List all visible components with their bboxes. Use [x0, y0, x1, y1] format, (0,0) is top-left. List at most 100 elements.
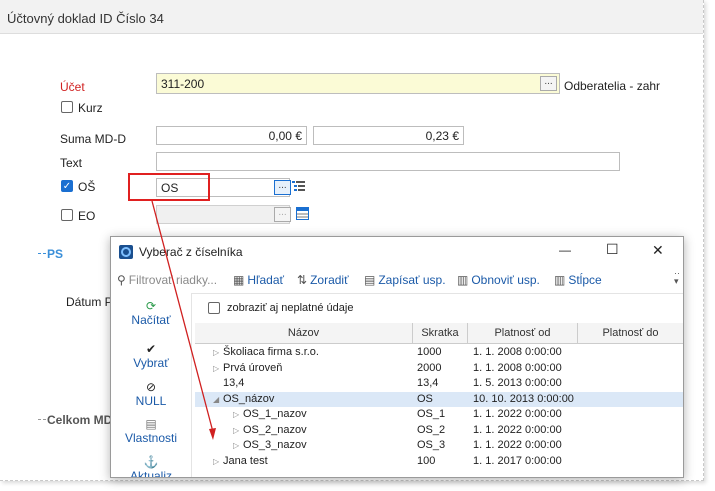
- expand-icon[interactable]: ▷: [213, 345, 219, 360]
- expand-icon[interactable]: ▷: [213, 361, 219, 376]
- cell-platnost-od: 1. 1. 2022 0:00:00: [473, 423, 562, 436]
- suma-md-value: 0,00 €: [268, 129, 302, 143]
- os-list-icon[interactable]: [292, 180, 305, 193]
- select-button[interactable]: ✔ Vybrať: [111, 342, 191, 370]
- expand-icon[interactable]: ▷: [213, 454, 219, 469]
- toolbar-overflow-icon[interactable]: ·· ▾: [674, 269, 680, 286]
- datum-label: Dátum P: [66, 295, 113, 309]
- expand-icon[interactable]: ▷: [233, 407, 239, 422]
- filter-icon: ⚲: [117, 273, 126, 287]
- columns-label: Stĺpce: [568, 273, 602, 287]
- ucet-description: Odberatelia - zahr: [564, 79, 661, 93]
- table-row[interactable]: ▷ Školiaca firma s.r.o. 1000 1. 1. 2008 0:0…: [195, 345, 683, 360]
- cell-skratka: OS_2: [417, 423, 446, 436]
- null-button[interactable]: ⊘ NULL: [111, 380, 191, 408]
- eo-checkbox[interactable]: [61, 209, 73, 221]
- os-checkbox[interactable]: ✓: [61, 180, 73, 192]
- text-field[interactable]: [156, 152, 620, 171]
- close-button[interactable]: ✕: [652, 242, 664, 259]
- save-settings-button[interactable]: ▤ Zapísať usp.: [364, 273, 446, 287]
- expand-icon[interactable]: ◢: [213, 392, 219, 407]
- show-invalid-label: zobraziť aj neplatné údaje: [227, 302, 354, 314]
- properties-button[interactable]: ▤ Vlastnosti: [111, 417, 191, 445]
- check-icon: ✔: [145, 342, 157, 356]
- columns-icon: ▥: [554, 273, 566, 287]
- table-row[interactable]: ▷ OS_3_nazov OS_3 1. 1. 2022 0:00:00: [195, 438, 683, 453]
- table-row[interactable]: ▷ OS_2_nazov OS_2 1. 1. 2022 0:00:00: [195, 423, 683, 438]
- cell-nazov: Jana test: [223, 454, 268, 467]
- cell-platnost-od: 1. 1. 2022 0:00:00: [473, 408, 562, 420]
- dialog-toolbar: ⚲ Filtrovať riadky... ▦ Hľadať ⇅ Zoradiť ▤ Z…: [111, 267, 683, 294]
- cell-platnost-od: 10. 10. 2013 0:00:00: [473, 392, 574, 405]
- select-label: Vybrať: [133, 356, 169, 370]
- cell-nazov: Prvá úroveň: [223, 361, 283, 374]
- eo-field: [156, 205, 290, 224]
- table-row[interactable]: ▷ Jana test 100 1. 1. 2017 0:00:00: [195, 454, 683, 469]
- table-row[interactable]: ▷ OS_1_nazov OS_1 1. 1. 2022 0:00:00: [195, 407, 683, 422]
- kurz-label: Kurz: [78, 101, 103, 115]
- cell-platnost-od: 1. 1. 2022 0:00:00: [473, 439, 562, 451]
- os-browse-button[interactable]: ...: [274, 180, 291, 195]
- null-label: NULL: [135, 394, 167, 408]
- suma-md-field[interactable]: 0,00 €: [156, 126, 307, 145]
- find-label: Hľadať: [247, 273, 285, 287]
- celkom-group-line: [38, 419, 46, 420]
- cell-platnost-od: 1. 1. 2017 0:00:00: [473, 454, 562, 467]
- kurz-checkbox[interactable]: [61, 101, 73, 113]
- sort-icon: ⇅: [297, 273, 308, 287]
- col-header-skratka[interactable]: Skratka: [413, 323, 468, 343]
- minimize-button[interactable]: —: [559, 243, 571, 257]
- refresh-settings-icon: ▥: [457, 273, 469, 287]
- ucet-value: 311-200: [161, 77, 205, 91]
- load-button[interactable]: ⟳ Načítať: [111, 299, 191, 327]
- no-entry-icon: ⊘: [145, 380, 157, 394]
- columns-button[interactable]: ▥ Stĺpce: [554, 273, 602, 287]
- save-settings-label: Zapísať usp.: [378, 273, 446, 287]
- update-button[interactable]: ⚓ Aktualiz: [111, 455, 191, 478]
- highlight-box: [128, 173, 210, 201]
- maximize-button[interactable]: ☐: [606, 241, 619, 258]
- cell-skratka: 13,4: [417, 377, 439, 389]
- eo-browse-button: ...: [274, 207, 291, 222]
- cell-skratka: 1000: [417, 346, 442, 358]
- picker-grid: Názov Skratka Platnosť od Platnosť do ▷ Š…: [195, 323, 683, 477]
- properties-label: Vlastnosti: [124, 431, 178, 445]
- suma-d-field[interactable]: 0,23 €: [313, 126, 464, 145]
- dialog-titlebar: Vyberač z číselníka — ☐ ✕: [111, 237, 683, 267]
- ucet-field[interactable]: 311-200: [156, 73, 560, 94]
- show-invalid-checkbox[interactable]: [208, 302, 220, 314]
- dialog-sidebar: ⟳ Načítať ✔ Vybrať ⊘ NULL ▤ Vlastnosti ⚓ Aktu…: [111, 293, 192, 477]
- refresh-settings-button[interactable]: ▥ Obnoviť usp.: [457, 273, 540, 287]
- window-title: Účtovný doklad ID Číslo 34: [7, 11, 164, 26]
- expand-icon[interactable]: ▷: [233, 438, 239, 453]
- col-header-platnost-od[interactable]: Platnosť od: [468, 323, 578, 343]
- find-icon: ▦: [233, 273, 245, 287]
- suma-label: Suma MD-D: [60, 132, 127, 146]
- cell-platnost-od: 1. 5. 2013 0:00:00: [473, 377, 562, 389]
- table-row[interactable]: ◢ OS_názov OS 10. 10. 2013 0:00:00: [195, 391, 683, 407]
- col-header-platnost-do[interactable]: Platnosť do: [578, 323, 683, 343]
- col-header-nazov[interactable]: Názov: [195, 323, 413, 343]
- expand-icon[interactable]: ▷: [233, 423, 239, 438]
- sort-button[interactable]: ⇅ Zoradiť: [297, 273, 349, 287]
- ucet-label: Účet: [60, 80, 85, 94]
- find-button[interactable]: ▦ Hľadať: [233, 273, 284, 287]
- filter-rows-button[interactable]: ⚲ Filtrovať riadky...: [117, 273, 217, 287]
- sort-label: Zoradiť: [310, 273, 349, 287]
- text-label: Text: [60, 156, 83, 170]
- ucet-browse-button[interactable]: ...: [540, 76, 557, 91]
- cell-skratka: 2000: [417, 361, 442, 374]
- dialog-title: Vyberač z číselníka: [139, 245, 243, 259]
- cell-skratka: OS_1: [417, 408, 446, 420]
- cell-skratka: OS: [417, 392, 433, 405]
- update-label: Aktualiz: [129, 469, 173, 478]
- cell-platnost-od: 1. 1. 2008 0:00:00: [473, 346, 562, 358]
- celkom-group-label: Celkom MD/: [47, 413, 116, 427]
- table-row[interactable]: ▷ Prvá úroveň 2000 1. 1. 2008 0:00:00: [195, 361, 683, 376]
- picker-dialog: Vyberač z číselníka — ☐ ✕ ⚲ Filtrovať ria…: [110, 236, 684, 478]
- save-settings-icon: ▤: [364, 273, 376, 287]
- table-row[interactable]: 13,4 13,4 1. 5. 2013 0:00:00: [195, 376, 683, 391]
- load-label: Načítať: [131, 313, 171, 327]
- eo-table-icon[interactable]: [296, 207, 309, 220]
- cell-skratka: OS_3: [417, 439, 446, 451]
